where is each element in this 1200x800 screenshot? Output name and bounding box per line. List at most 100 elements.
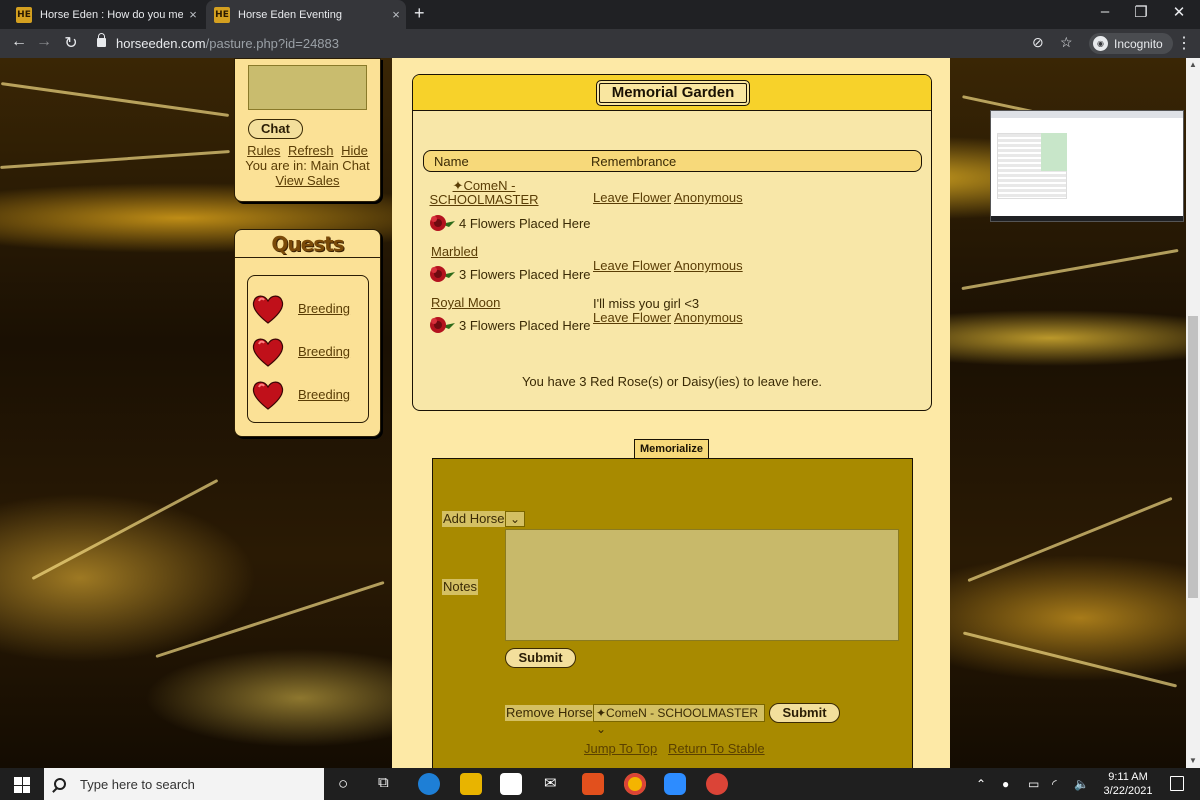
leave-flower-link[interactable]: Leave Flower xyxy=(593,310,671,325)
main-content: Memorial Garden Name Remembrance ✦ComeN … xyxy=(392,58,950,768)
heart-icon xyxy=(252,295,284,324)
background-streak xyxy=(961,248,1179,291)
background-streak xyxy=(31,478,219,581)
minimize-icon[interactable]: – xyxy=(1090,3,1120,20)
mail-icon[interactable]: ✉ xyxy=(544,774,557,792)
rose-flower-icon xyxy=(430,266,455,282)
remove-horse-select[interactable]: ✦ComeN - SCHOOLMASTER ⌄ xyxy=(593,704,765,736)
pip-title-bar xyxy=(991,111,1183,118)
back-arrow-icon[interactable]: ← xyxy=(8,33,30,51)
quest-item[interactable]: Breeding xyxy=(248,378,370,414)
chat-input[interactable] xyxy=(248,65,367,110)
cortana-icon[interactable]: ○ xyxy=(338,774,348,794)
horse-name-link[interactable]: ✦ComeN - SCHOOLMASTER xyxy=(424,179,544,207)
page-title: Memorial Garden xyxy=(596,80,750,106)
chat-links: Rules Refresh Hide You are in: Main Chat… xyxy=(235,143,380,188)
wifi-icon[interactable]: ◜ xyxy=(1052,777,1057,791)
chat-rules-link[interactable]: Rules xyxy=(247,143,280,158)
browser-tab-1[interactable]: HE Horse Eden : How do you memo × xyxy=(8,0,203,29)
notes-label: Notes xyxy=(442,579,478,595)
chat-hide-link[interactable]: Hide xyxy=(341,143,368,158)
tab-close-icon[interactable]: × xyxy=(386,7,406,22)
microphone-icon[interactable]: ● xyxy=(1002,777,1009,791)
memorial-garden-panel: Memorial Garden Name Remembrance ✦ComeN … xyxy=(412,74,932,411)
reload-icon[interactable]: ↻ xyxy=(60,33,82,53)
store-icon[interactable] xyxy=(500,773,522,795)
taskbar-search[interactable]: Type here to search xyxy=(44,768,324,800)
remove-horse-value: ✦ComeN - SCHOOLMASTER xyxy=(596,706,759,720)
page-scrollbar[interactable]: ▲ ▼ xyxy=(1186,58,1200,768)
horse-eden-favicon-icon: HE xyxy=(214,6,230,23)
forward-arrow-icon[interactable]: → xyxy=(33,33,55,51)
add-horse-select[interactable]: ⌄ xyxy=(505,511,525,527)
anonymous-link[interactable]: Anonymous xyxy=(674,258,743,273)
scroll-down-icon[interactable]: ▼ xyxy=(1189,756,1197,765)
memorialize-heading: Memorialize xyxy=(634,439,709,458)
view-sales-link[interactable]: View Sales xyxy=(275,173,339,188)
quest-breeding-link[interactable]: Breeding xyxy=(298,344,350,359)
windows-start-icon[interactable] xyxy=(14,777,30,793)
edge-icon[interactable] xyxy=(418,773,440,795)
remembrance-note: I'll miss you girl <3 xyxy=(593,296,700,311)
notes-textarea[interactable] xyxy=(505,529,899,641)
remove-submit-button[interactable]: Submit xyxy=(769,703,840,723)
zoom-icon[interactable] xyxy=(664,773,686,795)
incognito-label: Incognito xyxy=(1114,36,1163,51)
lock-icon xyxy=(97,33,106,47)
task-view-icon[interactable]: ⧉ xyxy=(378,774,389,791)
volume-icon[interactable]: 🔈 xyxy=(1074,777,1089,791)
chrome-incognito-app-icon[interactable] xyxy=(706,773,728,795)
background-streak xyxy=(962,631,1178,688)
memorial-table-header: Name Remembrance xyxy=(423,150,922,172)
quest-item[interactable]: Breeding xyxy=(248,335,370,371)
chevron-down-icon: ⌄ xyxy=(596,722,607,736)
chrome-icon[interactable] xyxy=(624,773,646,795)
leave-flower-link[interactable]: Leave Flower xyxy=(593,190,671,205)
pip-window-thumbnail[interactable] xyxy=(990,110,1184,222)
horse-name-link[interactable]: Marbled xyxy=(431,245,478,259)
background-streak xyxy=(967,496,1173,583)
battery-icon[interactable]: ▭ xyxy=(1028,777,1039,791)
pip-taskbar xyxy=(991,216,1183,221)
leave-flower-link[interactable]: Leave Flower xyxy=(593,258,671,273)
return-to-stable-link[interactable]: Return To Stable xyxy=(668,741,765,756)
roses-available-text: You have 3 Red Rose(s) or Daisy(ies) to … xyxy=(521,374,823,389)
bookmark-star-icon[interactable]: ☆ xyxy=(1060,34,1073,51)
kebab-menu-icon[interactable]: ⋮ xyxy=(1176,33,1192,53)
rose-flower-icon xyxy=(430,317,455,333)
file-explorer-icon[interactable] xyxy=(460,773,482,795)
memorialize-form: Add Horse ⌄ Notes Submit Remove Horse ✦C… xyxy=(432,458,913,768)
chevron-down-icon: ⌄ xyxy=(509,512,521,526)
memorial-garden-header: Memorial Garden xyxy=(413,75,931,111)
anonymous-link[interactable]: Anonymous xyxy=(674,190,743,205)
quests-panel: Quests Breeding Breeding Breeding xyxy=(234,229,381,437)
anonymous-link[interactable]: Anonymous xyxy=(674,310,743,325)
new-tab-button[interactable]: + xyxy=(414,3,425,24)
horse-name-link[interactable]: Royal Moon xyxy=(431,296,500,310)
jump-to-top-link[interactable]: Jump To Top xyxy=(584,741,657,756)
quest-breeding-link[interactable]: Breeding xyxy=(298,301,350,316)
incognito-badge[interactable]: ◉ Incognito xyxy=(1089,33,1173,54)
notification-icon[interactable] xyxy=(1170,776,1184,791)
flower-count: 3 Flowers Placed Here xyxy=(459,267,591,282)
quest-breeding-link[interactable]: Breeding xyxy=(298,387,350,402)
chat-location-text: You are in: Main Chat xyxy=(245,158,370,173)
search-placeholder: Type here to search xyxy=(80,776,195,792)
system-clock[interactable]: 9:11 AM 3/22/2021 xyxy=(1098,770,1158,798)
tray-chevron-icon[interactable]: ⌃ xyxy=(976,777,986,791)
chat-refresh-link[interactable]: Refresh xyxy=(288,143,334,158)
address-bar[interactable]: horseeden.com/pasture.php?id=24883 xyxy=(116,36,339,51)
browser-tab-2[interactable]: HE Horse Eden Eventing × xyxy=(206,0,406,29)
scrollbar-thumb[interactable] xyxy=(1188,316,1198,598)
scroll-up-icon[interactable]: ▲ xyxy=(1189,60,1197,69)
tab-close-icon[interactable]: × xyxy=(183,7,203,22)
close-window-icon[interactable]: ✕ xyxy=(1164,3,1194,21)
quest-item[interactable]: Breeding xyxy=(248,292,370,328)
submit-button[interactable]: Submit xyxy=(505,648,576,668)
tab-title: Horse Eden : How do you memo xyxy=(40,8,183,21)
eye-slash-icon[interactable]: ⊘ xyxy=(1032,34,1044,51)
restore-icon[interactable]: ❐ xyxy=(1126,3,1156,21)
chat-button[interactable]: Chat xyxy=(248,119,303,139)
background-streak xyxy=(155,580,385,659)
office-icon[interactable] xyxy=(582,773,604,795)
